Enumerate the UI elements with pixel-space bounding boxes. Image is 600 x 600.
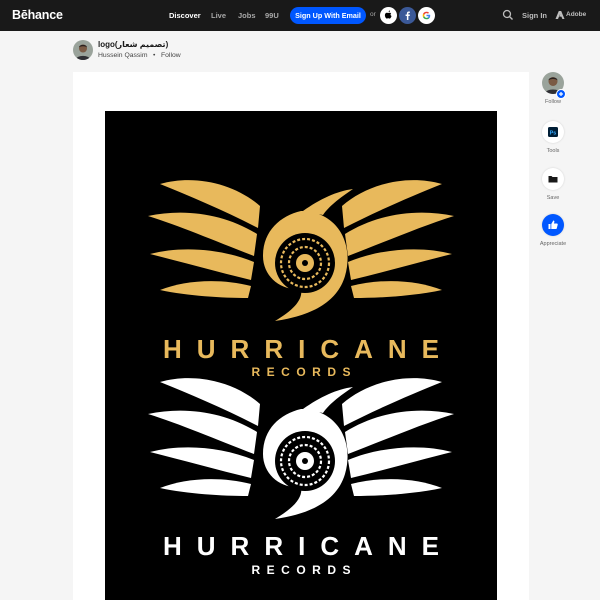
tools-button[interactable]: Ps (542, 121, 564, 143)
follow-link[interactable]: Follow (161, 52, 181, 59)
rail-tools[interactable]: Ps Tools (541, 121, 565, 154)
rail-follow-label: Follow (545, 99, 561, 105)
appreciate-button[interactable] (542, 214, 564, 236)
gold-record (275, 233, 335, 293)
owner-name-link[interactable]: Hussein Qassim (98, 52, 147, 59)
separator-dot: • (153, 52, 156, 59)
sign-up-email-button[interactable]: Sign Up With Email (290, 7, 366, 24)
svg-text:Ps: Ps (550, 131, 557, 137)
white-record (275, 431, 335, 491)
facebook-signin-button[interactable] (399, 7, 416, 24)
behance-logo[interactable]: Bēhance (12, 8, 63, 22)
apple-signin-button[interactable] (380, 7, 397, 24)
rail-tools-label: Tools (546, 148, 560, 154)
owner-avatar[interactable] (73, 40, 93, 60)
project-title: logo(تصميم شعار) (98, 40, 169, 49)
rail-appreciate-label: Appreciate (539, 241, 567, 247)
nav-discover[interactable]: Discover (169, 11, 201, 20)
logo-title-white: HURRICANE (163, 531, 454, 561)
rail-appreciate[interactable]: Appreciate (540, 214, 566, 247)
folder-icon (548, 176, 558, 183)
sign-in-link[interactable]: Sign In (522, 11, 547, 20)
search-icon[interactable] (502, 9, 514, 21)
avatar-image (73, 40, 93, 60)
nav-99u[interactable]: 99U (265, 11, 279, 20)
facebook-icon (405, 11, 410, 20)
logo-title-gold: HURRICANE (163, 334, 454, 364)
save-button[interactable] (542, 168, 564, 190)
rail-save[interactable]: Save (541, 168, 565, 201)
logo-subtitle-gold: RECORDS (251, 365, 357, 379)
adobe-icon (555, 11, 565, 19)
project-artwork-image[interactable]: HURRICANE RECORDS HURRICANE RECORDS (105, 111, 497, 600)
nav-jobs[interactable]: Jobs (238, 11, 256, 20)
photoshop-icon: Ps (548, 127, 558, 137)
thumbs-up-icon (548, 220, 558, 229)
nav-live[interactable]: Live (211, 11, 226, 20)
rail-save-label: Save (546, 195, 560, 201)
logo-subtitle-white: RECORDS (251, 563, 357, 577)
top-navigation-bar: Bēhance Discover Live Jobs 99U Sign Up W… (0, 0, 600, 31)
or-separator: or (370, 11, 376, 18)
adobe-link[interactable]: Adobe (566, 11, 586, 18)
google-icon (422, 11, 431, 20)
apple-icon (384, 10, 392, 19)
follow-plus-icon[interactable] (556, 89, 566, 99)
google-signin-button[interactable] (418, 7, 435, 24)
